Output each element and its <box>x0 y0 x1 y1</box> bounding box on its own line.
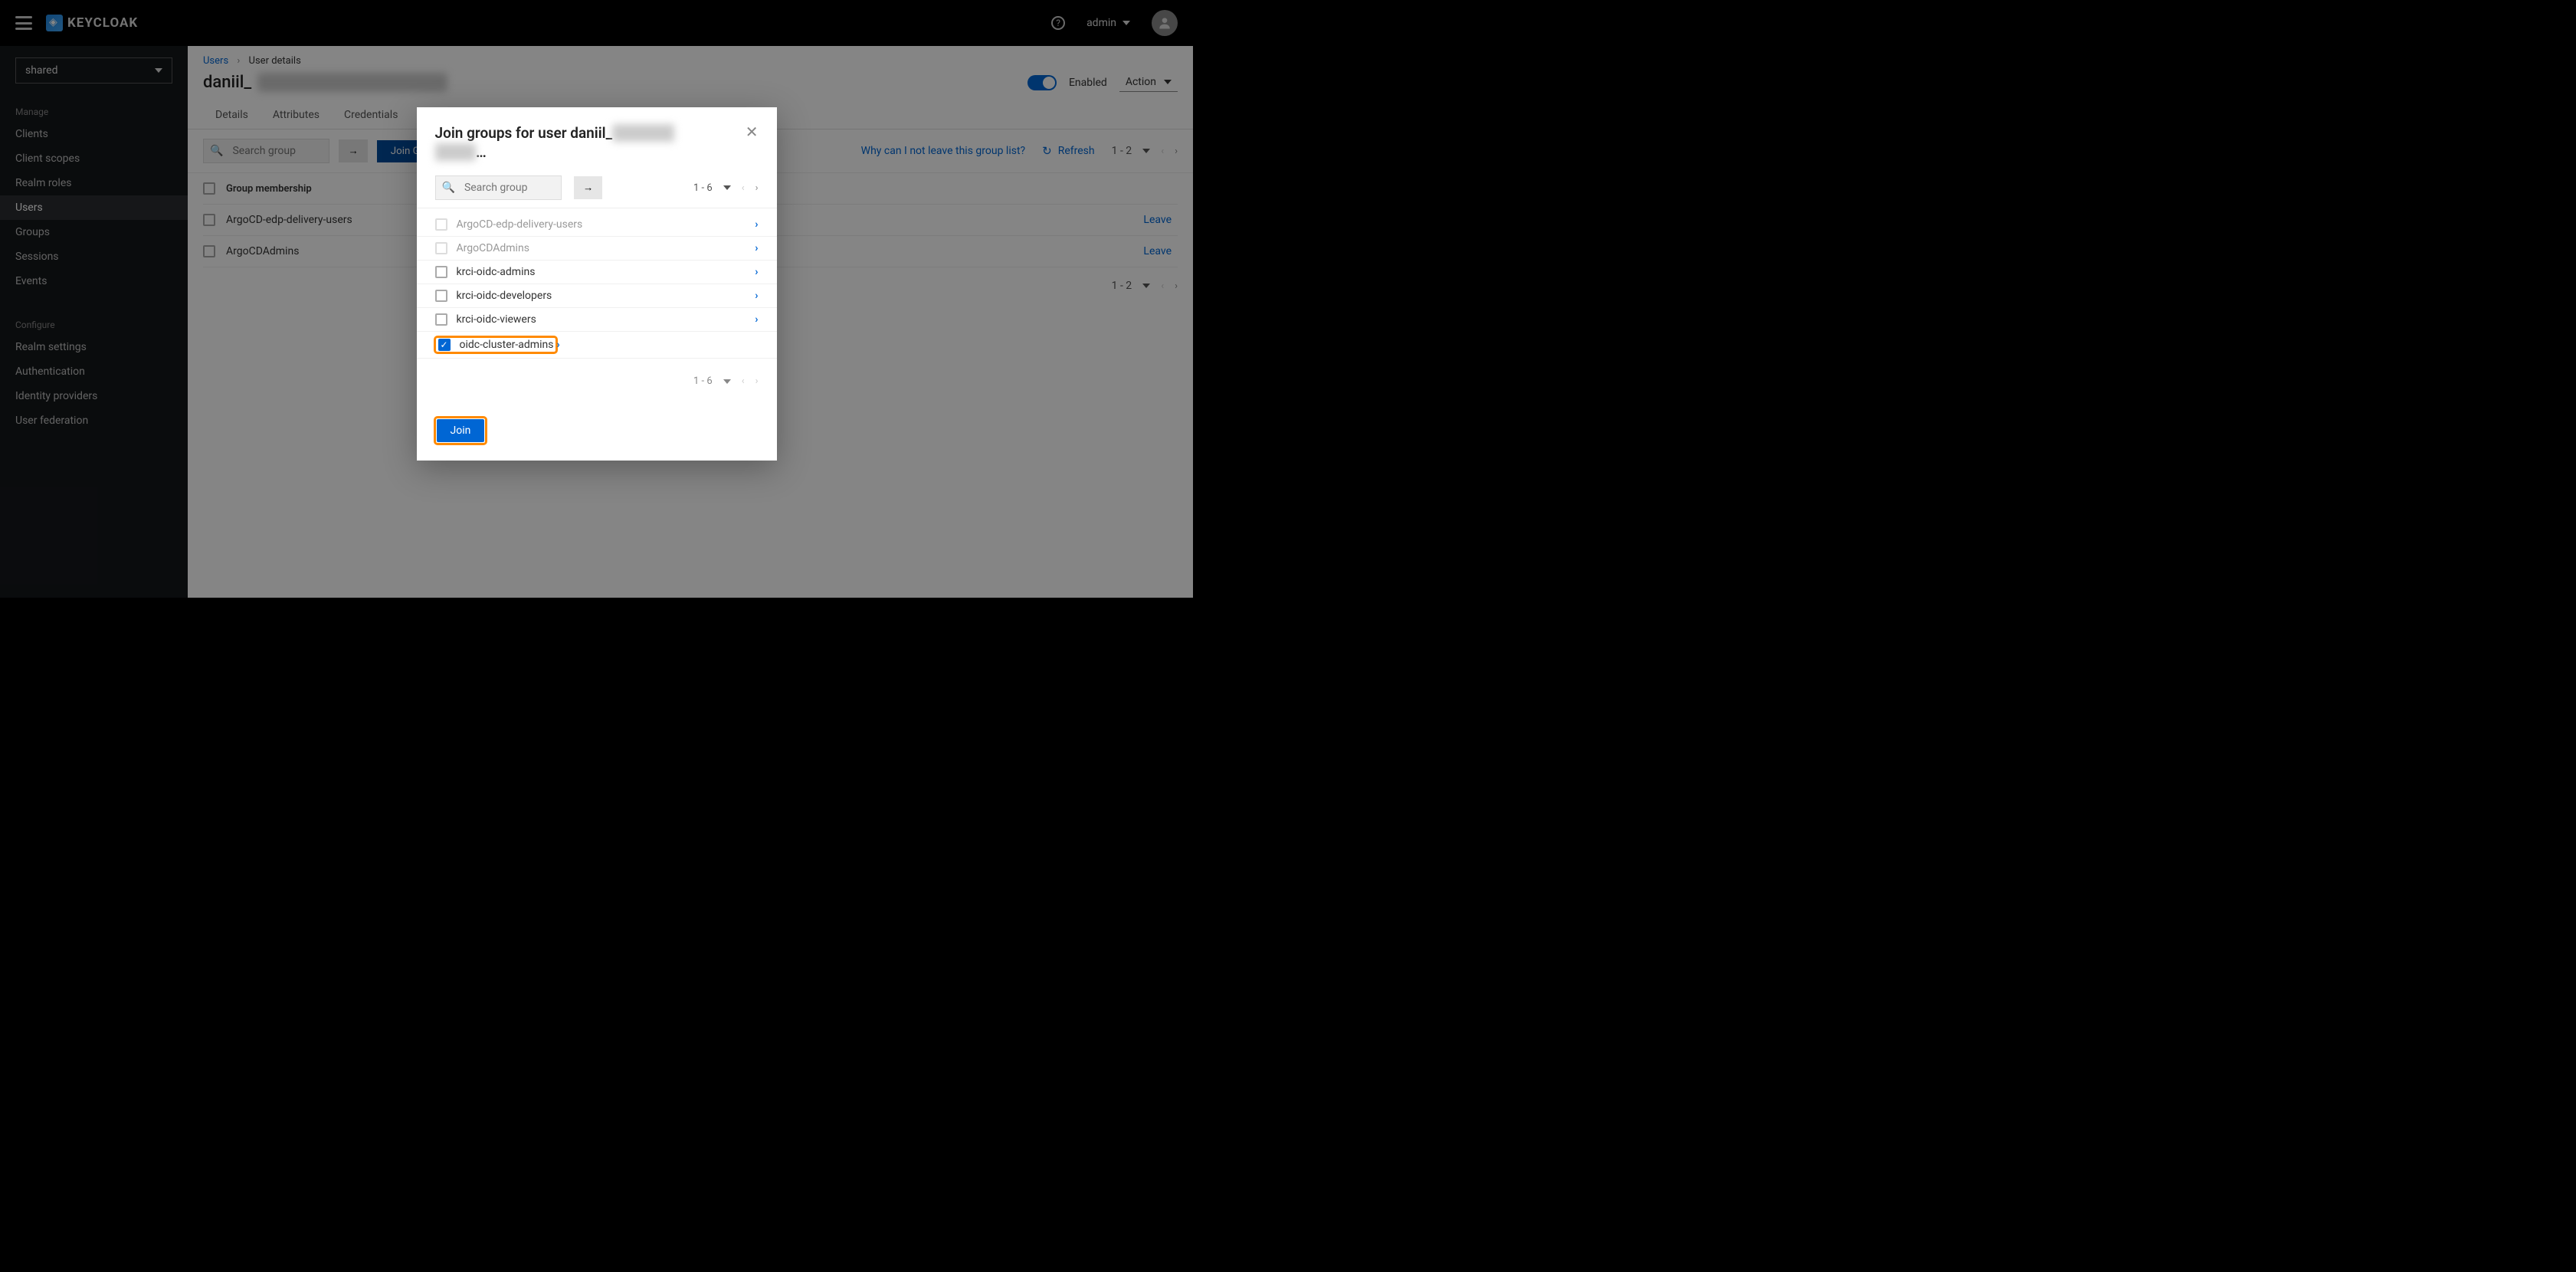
group-name: ArgoCD-edp-delivery-users <box>457 218 755 231</box>
caret-down-icon[interactable] <box>723 185 731 190</box>
next-page-icon[interactable]: › <box>755 375 759 387</box>
group-name: krci-oidc-admins <box>457 266 755 278</box>
join-groups-modal: Join groups for user daniil_redacted nam… <box>417 107 777 461</box>
modal-search-input[interactable] <box>461 176 561 199</box>
modal-search-field[interactable]: 🔍 <box>435 175 562 200</box>
group-name: oidc-cluster-admins <box>460 339 554 351</box>
group-checkbox[interactable] <box>435 290 447 302</box>
group-row: krci-oidc-viewers› <box>417 308 777 332</box>
group-checkbox <box>435 242 447 254</box>
group-checkbox[interactable] <box>438 339 451 351</box>
caret-down-icon[interactable] <box>723 379 731 384</box>
group-row: krci-oidc-developers› <box>417 284 777 308</box>
search-icon: 🔍 <box>436 182 461 194</box>
chevron-right-icon[interactable]: › <box>755 290 758 302</box>
next-page-icon[interactable]: › <box>755 182 759 194</box>
modal-range: 1 - 6 <box>693 182 713 194</box>
group-checkbox <box>435 218 447 231</box>
modal-title: Join groups for user daniil_redacted nam… <box>435 124 726 162</box>
prev-page-icon[interactable]: ‹ <box>742 182 745 194</box>
close-icon[interactable]: ✕ <box>746 124 759 139</box>
group-checkbox[interactable] <box>435 313 447 326</box>
modal-bottom-range: 1 - 6 <box>693 375 713 387</box>
modal-search-submit[interactable]: → <box>574 176 602 199</box>
chevron-right-icon[interactable]: › <box>755 242 758 254</box>
group-row: ArgoCD-edp-delivery-users› <box>417 213 777 237</box>
chevron-right-icon[interactable]: › <box>755 218 758 231</box>
chevron-right-icon[interactable]: › <box>755 266 758 278</box>
group-row: oidc-cluster-admins › <box>417 332 777 359</box>
group-checkbox[interactable] <box>435 266 447 278</box>
modal-group-list: ArgoCD-edp-delivery-users› ArgoCDAdmins›… <box>417 208 777 362</box>
group-row: ArgoCDAdmins› <box>417 237 777 261</box>
chevron-right-icon[interactable]: › <box>755 313 758 326</box>
prev-page-icon[interactable]: ‹ <box>742 375 745 387</box>
modal-join-button[interactable]: Join <box>437 419 485 442</box>
group-name: krci-oidc-developers <box>457 290 755 302</box>
group-name: ArgoCDAdmins <box>457 242 755 254</box>
chevron-right-icon[interactable]: › <box>556 339 559 351</box>
group-row: krci-oidc-admins› <box>417 261 777 284</box>
group-name: krci-oidc-viewers <box>457 313 755 326</box>
